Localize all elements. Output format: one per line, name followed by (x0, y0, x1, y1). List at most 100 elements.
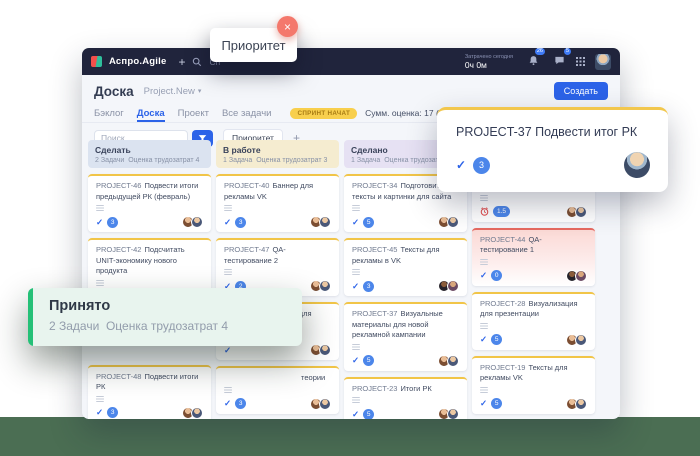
search-icon[interactable] (192, 57, 202, 67)
card-footer: 1.5 (480, 206, 587, 218)
project-selector[interactable]: Project.New ▾ (144, 86, 202, 97)
estimate-badge: 3 (235, 217, 246, 228)
task-card[interactable]: PROJECT-37Визуальные материалы для новой… (344, 302, 467, 371)
task-card[interactable]: PROJECT-28Визуализация для презентации ✓… (472, 292, 595, 350)
assignees (182, 216, 203, 228)
tab-backlog[interactable]: Бэклог (94, 104, 124, 122)
avatar (447, 216, 459, 228)
estimate-badge: 0 (491, 270, 502, 281)
estimate-badge: 5 (491, 334, 502, 345)
avatar (319, 280, 331, 292)
card-id: PROJECT-47 (224, 245, 269, 254)
callout-subtitle: 2 Задачи Оценка трудозатрат 4 (49, 319, 302, 333)
description-icon (480, 323, 488, 329)
assignees (182, 407, 203, 419)
quick-add-button[interactable]: + (178, 56, 185, 68)
task-card[interactable]: PROJECT-40Баннер для рекламы VK ✓ 3 (216, 174, 339, 232)
tab-project[interactable]: Проект (178, 104, 209, 122)
card-id: PROJECT-44 (480, 235, 525, 244)
board-header: Доска Project.New ▾ Создать (82, 75, 620, 104)
task-card[interactable]: PROJECT-19Тексты для рекламы VK ✓ 5 (472, 356, 595, 414)
estimate-badge: 3 (107, 407, 118, 418)
task-card[interactable]: теории ✓ 3 (216, 366, 339, 414)
notifications-badge: 26 (535, 48, 545, 55)
description-icon (224, 387, 232, 393)
column-subtitle: 1 Задача Оценка трудозатрат 3 (223, 157, 332, 164)
check-icon: ✓ (352, 282, 359, 291)
task-card-popup[interactable]: PROJECT-37 Подвести итог РК ✓ 3 (437, 107, 668, 192)
task-card[interactable]: PROJECT-46Подвести итоги предыдущей РК (… (88, 174, 211, 232)
apps-grid-icon[interactable] (576, 57, 585, 66)
card-id: PROJECT-42 (96, 245, 141, 254)
assignees (566, 270, 587, 282)
messages-button[interactable]: 5 (554, 53, 565, 71)
page: Аспро.Agile + Сп Затрачено сегодня 0ч 0м… (0, 0, 700, 456)
check-icon: ✓ (96, 408, 103, 417)
description-icon (352, 344, 360, 350)
close-icon[interactable]: × (277, 16, 298, 37)
tab-board[interactable]: Доска (137, 104, 165, 122)
page-title: Доска (94, 84, 134, 99)
avatar (575, 270, 587, 282)
app-name: Аспро.Agile (109, 56, 166, 67)
description-icon (224, 269, 232, 275)
card-title: теории (224, 373, 331, 384)
check-icon: ✓ (352, 218, 359, 227)
description-icon (96, 280, 104, 286)
clock-icon (480, 207, 489, 216)
estimate-badge: 5 (491, 398, 502, 409)
tab-all-tasks[interactable]: Все задачи (222, 104, 272, 122)
card-footer: ✓ 5 (352, 216, 459, 228)
check-icon: ✓ (480, 271, 487, 280)
description-icon (352, 269, 360, 275)
time-badge: 1.5 (493, 206, 510, 217)
card-title: PROJECT-37Визуальные материалы для новой… (352, 309, 459, 341)
check-icon: ✓ (480, 335, 487, 344)
card-title: PROJECT-47QA-тестирование 2 (224, 245, 331, 266)
card-footer: ✓ 3 (224, 216, 331, 228)
column-title: В работе (223, 145, 332, 155)
assignees (566, 334, 587, 346)
card-title: PROJECT-44QA-тестирование 1 (480, 235, 587, 256)
assignees (438, 355, 459, 367)
avatar (575, 334, 587, 346)
card-footer: ✓ 3 (224, 398, 331, 410)
accent-bar (28, 288, 33, 346)
assignees (438, 280, 459, 292)
avatar (319, 344, 331, 356)
create-button[interactable]: Создать (554, 82, 608, 100)
card-title: PROJECT-19Тексты для рекламы VK (480, 363, 587, 384)
task-card[interactable]: PROJECT-45Тексты для рекламы в VK ✓ 3 (344, 238, 467, 296)
column-subtitle: 2 Задачи Оценка трудозатрат 4 (95, 157, 204, 164)
avatar (447, 355, 459, 367)
card-title: PROJECT-23Итоги РК (352, 384, 459, 395)
description-icon (480, 195, 488, 201)
card-footer: ✓ 3 (96, 216, 203, 228)
assignees (566, 206, 587, 218)
check-icon: ✓ (96, 218, 103, 227)
task-card-highlighted[interactable]: PROJECT-44QA-тестирование 1 ✓ 0 (472, 228, 595, 286)
estimate-badge: 5 (363, 355, 374, 366)
card-footer: ✓ 3 (96, 407, 203, 419)
card-title: PROJECT-46Подвести итоги предыдущей РК (… (96, 181, 203, 202)
estimate-badge: 3 (107, 217, 118, 228)
assignees (310, 280, 331, 292)
avatar (575, 398, 587, 410)
project-selector-value: Project.New (144, 86, 195, 97)
app-logo-icon (91, 56, 102, 67)
check-icon: ✓ (224, 399, 231, 408)
card-footer: ✓ 0 (480, 270, 587, 282)
sprint-status-badge: СПРИНТ НАЧАТ (290, 108, 357, 119)
card-footer: ✓ 5 (480, 334, 587, 346)
notifications-button[interactable]: 26 (528, 53, 539, 71)
check-icon: ✓ (456, 158, 466, 172)
description-icon (352, 397, 360, 403)
card-title: PROJECT-40Баннер для рекламы VK (224, 181, 331, 202)
callout-title: Принято (49, 298, 302, 314)
task-card[interactable]: PROJECT-48Подвести итоги РК ✓ 3 (88, 365, 211, 420)
user-avatar[interactable] (595, 54, 611, 70)
check-icon: ✓ (224, 346, 231, 355)
check-icon: ✓ (224, 218, 231, 227)
card-footer: ✓ 5 (480, 398, 587, 410)
task-card[interactable]: PROJECT-23Итоги РК ✓ 5 (344, 377, 467, 420)
